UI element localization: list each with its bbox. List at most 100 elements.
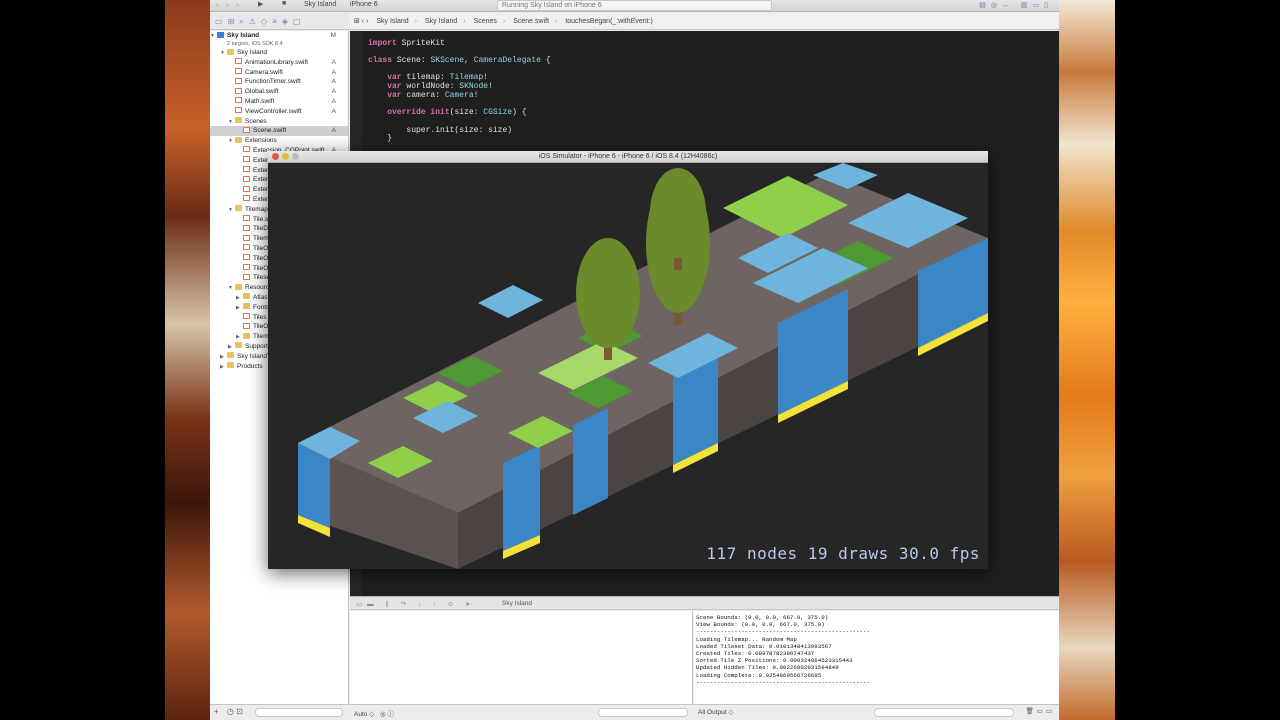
folder-icon	[243, 332, 250, 339]
nav-item-label: Atlas	[253, 293, 268, 301]
code-line: import SpriteKit	[368, 39, 445, 48]
jump-item[interactable]: Sky Island	[376, 18, 408, 25]
nav-item[interactable]: Math.swift A	[210, 97, 348, 107]
run-button[interactable]: ▶	[258, 0, 263, 8]
source-control-badge: A	[331, 58, 336, 66]
water-tile	[478, 285, 543, 318]
nav-item-label: Math.swift	[245, 97, 275, 105]
nav-item-label: Tiles	[253, 313, 267, 321]
tree-canopy	[576, 238, 640, 348]
navigator-tab-bar[interactable]: ▭⊞⌕⚠◇≡◈▢	[210, 13, 349, 30]
navigator-footer: + ◷ ⊡	[210, 704, 349, 720]
nav-item[interactable]: Global.swift A	[210, 87, 348, 97]
nav-item[interactable]: ▼ Extensions	[210, 136, 348, 146]
console-output[interactable]: Scene Bounds: (0.0, 0.0, 667.0, 375.0) Vi…	[694, 611, 1059, 704]
window-traffic-lights[interactable]: ● ● ●	[215, 2, 242, 9]
nav-item[interactable]: AnimationLibrary.swift A	[210, 58, 348, 68]
nav-item[interactable]: ViewController.swift A	[210, 107, 348, 117]
console-line: Loading Complete: 0.0254869566726685	[696, 671, 822, 679]
source-control-badge: A	[331, 107, 336, 115]
code-line: class Scene: SKScene, CameraDelegate {	[368, 56, 551, 65]
nav-item[interactable]: FunctionTimer.swift A	[210, 77, 348, 87]
swift-file-icon	[235, 68, 242, 75]
jump-item[interactable]: Scene.swift	[513, 18, 549, 25]
nav-item-label: Sky IslandT	[237, 352, 271, 360]
nav-item-label: FunctionTimer.swift	[245, 78, 301, 86]
variables-icons[interactable]: ◎ ⓘ	[380, 711, 394, 718]
console-trash-icon[interactable]: 🗑▭▭	[1025, 707, 1055, 715]
folder-icon	[235, 283, 242, 290]
add-icon[interactable]: +	[214, 707, 219, 716]
nav-item[interactable]: ▼ Sky Island	[210, 48, 348, 58]
console-line: Sorted Tile Z Positions: 0.0003249645233…	[696, 657, 853, 665]
swift-file-icon	[243, 234, 250, 241]
folder-icon	[235, 205, 242, 212]
swift-file-icon	[235, 77, 242, 84]
variables-filter-field[interactable]	[598, 708, 688, 717]
jump-bar[interactable]: ⊞ ‹ › Sky Island › Sky Island › Scenes › Sc…	[350, 13, 1059, 30]
swift-file-icon	[243, 224, 250, 231]
console-filter-field[interactable]	[874, 708, 1014, 717]
nav-item[interactable]: ▼ Scenes	[210, 117, 348, 127]
recent-filter-icon[interactable]: ◷ ⊡	[227, 707, 243, 716]
nav-item-label: TileO	[253, 264, 269, 272]
nav-item[interactable]: Camera.swift A	[210, 68, 348, 78]
debug-control-icons[interactable]: ▭▬ ∥ ↷ ↓ ↑ ⊙ ➤	[356, 601, 476, 608]
folder-icon	[227, 362, 234, 368]
swift-file-icon	[243, 322, 250, 329]
output-selector[interactable]: All Output ◇	[698, 709, 733, 716]
folder-icon	[235, 117, 242, 124]
swift-file-icon	[243, 126, 250, 133]
jump-item[interactable]: Sky Island	[425, 18, 457, 25]
folder-icon	[243, 293, 250, 300]
game-viewport[interactable]: 117 nodes 19 draws 30.0 fps	[268, 163, 988, 569]
source-control-badge: A	[331, 97, 336, 105]
swift-file-icon	[243, 185, 250, 192]
spritekit-stats: 117 nodes 19 draws 30.0 fps	[706, 544, 980, 563]
device-selector[interactable]: iPhone 6	[350, 1, 378, 8]
code-line: var tilemap: Tilemap!	[387, 73, 489, 82]
nav-item-label: Scenes	[245, 117, 267, 125]
variables-view[interactable]	[350, 611, 693, 704]
nav-item-label: TileO	[253, 244, 269, 252]
simulator-title: iOS Simulator - iPhone 6 - iPhone 6 / iO…	[538, 153, 718, 160]
nav-item-label: Scene.swift	[253, 127, 287, 135]
auto-selector[interactable]: Auto ◇	[354, 711, 374, 718]
swift-file-icon	[235, 58, 242, 65]
nav-item[interactable]: Scene.swift A	[210, 126, 348, 137]
console-line: Created Tiles: 0.00978782386747437	[696, 650, 815, 658]
nav-item-label: Tilemap	[245, 205, 268, 213]
swift-file-icon	[243, 273, 250, 280]
debug-target-label: Sky Island	[502, 600, 532, 607]
tree-canopy	[650, 168, 706, 258]
isometric-island-scene	[298, 163, 988, 569]
source-control-badge: A	[331, 78, 336, 86]
ios-simulator-window: iOS Simulator - iPhone 6 - iPhone 6 / iO…	[268, 151, 988, 569]
jump-item[interactable]: Scenes	[474, 18, 497, 25]
jump-item[interactable]: touchesBegan(_:withEvent:)	[565, 18, 653, 25]
nav-item-label: Tile.s	[253, 215, 269, 223]
nav-project-root[interactable]: ▼ Sky Island M	[210, 31, 348, 40]
swift-file-icon	[243, 254, 250, 261]
folder-icon	[235, 136, 242, 143]
stop-button[interactable]: ■	[282, 0, 286, 7]
console-line: Loaded Tileset Data: 0.0101348413093567	[696, 642, 832, 650]
project-icon	[217, 31, 224, 38]
simulator-title-bar[interactable]: iOS Simulator - iPhone 6 - iPhone 6 / iO…	[268, 151, 988, 163]
swift-file-icon	[243, 215, 250, 222]
disclosure-triangle-icon[interactable]: ▶	[220, 363, 227, 373]
editor-mode-icons[interactable]: ▤◎↔ ▥▭▯	[979, 1, 1053, 9]
swift-file-icon	[243, 313, 250, 320]
swift-file-icon	[243, 264, 250, 271]
swift-file-icon	[243, 166, 250, 173]
swift-file-icon	[235, 107, 242, 114]
nav-item-label: Global.swift	[245, 88, 279, 96]
debug-bar: ▭▬ ∥ ↷ ↓ ↑ ⊙ ➤ Sky Island	[350, 596, 1059, 610]
scheme-selector[interactable]: Sky Island	[304, 1, 336, 8]
code-line: var worldNode: SKNode!	[387, 82, 493, 91]
source-control-badge: A	[331, 68, 336, 76]
desktop-wallpaper-left	[165, 0, 210, 720]
code-line: }	[387, 134, 393, 143]
jump-back-icon[interactable]: ⊞ ‹ ›	[354, 18, 368, 25]
navigator-filter-field[interactable]	[255, 708, 343, 717]
